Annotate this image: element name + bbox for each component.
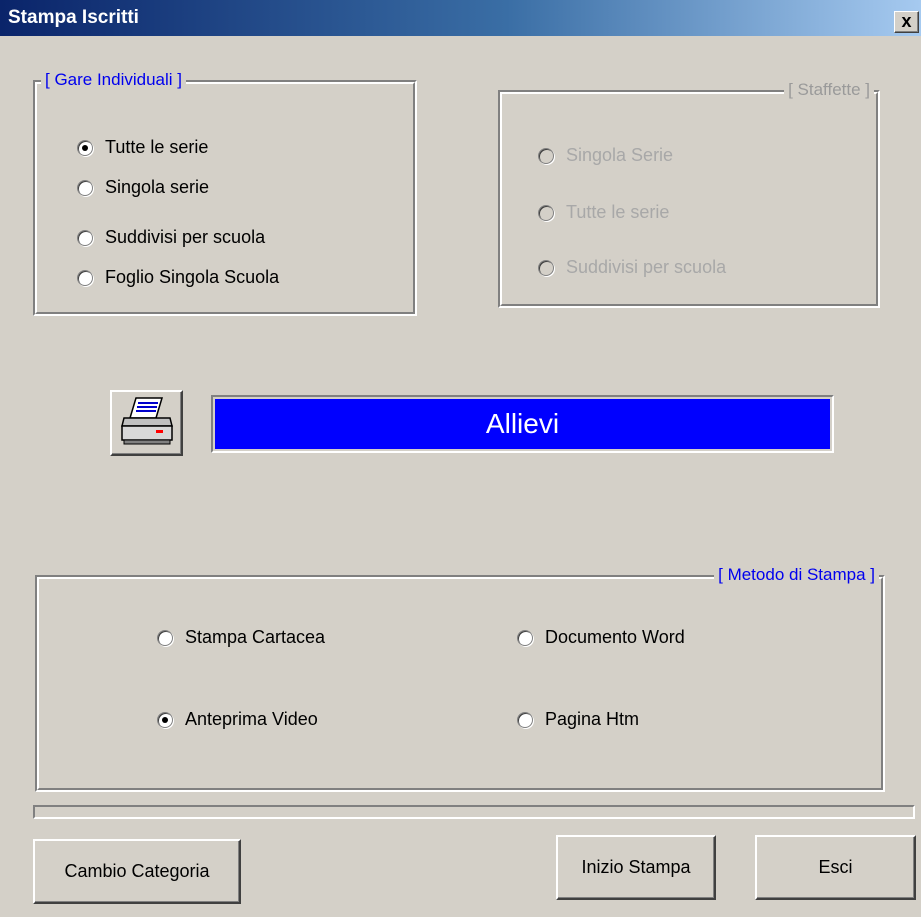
radio-label: Singola Serie: [566, 145, 674, 165]
radio-foglio-singola-scuola[interactable]: Foglio Singola Scuola: [77, 267, 279, 288]
radio-label: Pagina Htm: [545, 709, 640, 729]
radio-label: Anteprima Video: [185, 709, 318, 729]
radio-staffette-suddivisi-per-scuola[interactable]: Suddivisi per scuola: [538, 257, 726, 278]
radio-staffette-singola-serie[interactable]: Singola Serie: [538, 145, 673, 166]
radio-indicator: [517, 629, 533, 646]
metodo-stampa-group: [ Metodo di Stampa ] Stampa Cartacea Doc…: [35, 565, 885, 792]
radio-indicator: [77, 179, 93, 196]
radio-label: Suddivisi per scuola: [566, 257, 727, 277]
radio-documento-word[interactable]: Documento Word: [517, 627, 685, 648]
radio-label: Stampa Cartacea: [185, 627, 326, 647]
cambio-categoria-button[interactable]: Cambio Categoria: [33, 839, 241, 904]
staffette-group: [ Staffette ] Singola Serie Tutte le ser…: [498, 80, 880, 308]
radio-staffette-tutte-le-serie[interactable]: Tutte le serie: [538, 202, 669, 223]
radio-indicator: [77, 269, 93, 286]
radio-indicator: [538, 204, 554, 221]
radio-indicator: [77, 139, 93, 156]
close-button[interactable]: x: [894, 11, 919, 33]
window-title: Stampa Iscritti: [8, 7, 139, 28]
radio-label: Suddivisi per scuola: [105, 227, 266, 247]
printer-icon: [121, 397, 173, 445]
gare-individuali-group: [ Gare Individuali ] Tutte le serie Sing…: [33, 70, 417, 316]
close-icon: x: [901, 11, 912, 31]
inizio-stampa-button[interactable]: Inizio Stampa: [556, 835, 716, 900]
radio-indicator: [77, 229, 93, 246]
radio-anteprima-video[interactable]: Anteprima Video: [157, 709, 318, 730]
radio-singola-serie[interactable]: Singola serie: [77, 177, 209, 198]
category-label: Allievi: [215, 399, 830, 449]
radio-indicator: [517, 711, 533, 728]
radio-label: Foglio Singola Scuola: [105, 267, 280, 287]
staffette-legend: [ Staffette ]: [784, 80, 874, 100]
category-display: Allievi: [211, 395, 834, 453]
radio-label: Tutte le serie: [566, 202, 670, 222]
radio-label: Tutte le serie: [105, 137, 209, 157]
radio-label: Singola serie: [105, 177, 210, 197]
radio-indicator: [157, 711, 173, 728]
radio-indicator: [538, 259, 554, 276]
gare-individuali-legend: [ Gare Individuali ]: [41, 70, 187, 90]
radio-indicator: [157, 629, 173, 646]
radio-stampa-cartacea[interactable]: Stampa Cartacea: [157, 627, 325, 648]
metodo-stampa-legend: [ Metodo di Stampa ]: [714, 565, 879, 585]
print-button[interactable]: [110, 390, 183, 456]
esci-button[interactable]: Esci: [755, 835, 916, 900]
radio-label: Documento Word: [545, 627, 685, 647]
radio-suddivisi-per-scuola[interactable]: Suddivisi per scuola: [77, 227, 265, 248]
radio-pagina-htm[interactable]: Pagina Htm: [517, 709, 639, 730]
radio-indicator: [538, 147, 554, 164]
radio-tutte-le-serie[interactable]: Tutte le serie: [77, 137, 208, 158]
title-bar: Stampa Iscritti x: [0, 0, 921, 36]
progress-bar: [33, 805, 915, 819]
